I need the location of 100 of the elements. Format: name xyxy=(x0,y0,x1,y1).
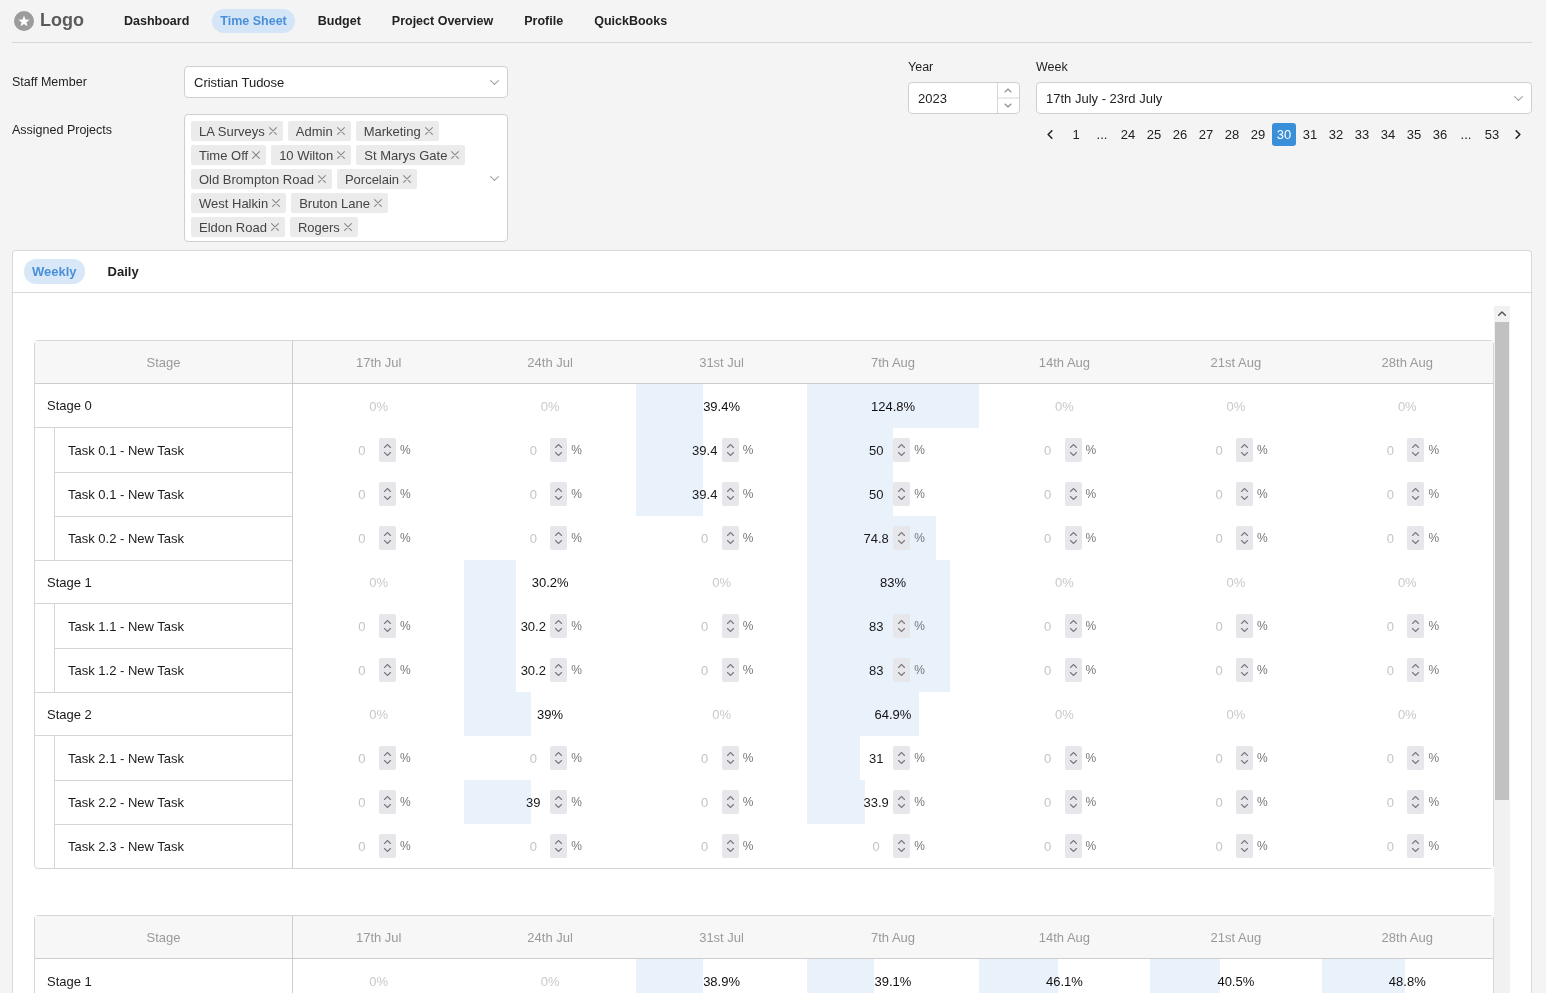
close-icon[interactable] xyxy=(373,199,382,207)
page-button[interactable]: 33 xyxy=(1350,123,1374,146)
stepper-icon[interactable] xyxy=(1064,614,1082,638)
percent-input[interactable]: 0 xyxy=(687,838,722,854)
project-tag[interactable]: Rogers xyxy=(289,217,358,237)
percent-input[interactable]: 0 xyxy=(1030,618,1065,634)
week-select[interactable]: 17th July - 23rd July xyxy=(1036,82,1532,114)
stepper-icon[interactable] xyxy=(378,482,396,506)
stepper-icon[interactable] xyxy=(1064,746,1082,770)
percent-input[interactable]: 0 xyxy=(1373,486,1408,502)
percent-input[interactable]: 0 xyxy=(1202,618,1236,634)
page-button[interactable]: 31 xyxy=(1298,123,1322,146)
percent-input[interactable]: 0 xyxy=(516,750,551,766)
percent-input[interactable]: 0 xyxy=(687,662,722,678)
page-button[interactable]: 26 xyxy=(1168,123,1192,146)
stepper-icon[interactable] xyxy=(378,790,396,814)
close-icon[interactable] xyxy=(343,223,352,231)
percent-input[interactable]: 0 xyxy=(1373,838,1408,854)
percent-input[interactable]: 50 xyxy=(859,442,894,458)
percent-input[interactable]: 33.9 xyxy=(859,794,894,810)
stepper-icon[interactable] xyxy=(893,658,911,682)
stepper-icon[interactable] xyxy=(1064,834,1082,858)
stepper-icon[interactable] xyxy=(550,526,568,550)
percent-input[interactable]: 0 xyxy=(1030,750,1065,766)
scroll-up-icon[interactable] xyxy=(1498,311,1506,316)
stepper-icon[interactable] xyxy=(1236,790,1253,814)
stepper-icon[interactable] xyxy=(550,834,568,858)
stepper-icon[interactable] xyxy=(1064,790,1082,814)
percent-input[interactable]: 0 xyxy=(344,794,379,810)
close-icon[interactable] xyxy=(451,151,460,159)
nav-tab[interactable]: Project Overview xyxy=(383,8,502,33)
stepper-icon[interactable] xyxy=(893,614,911,638)
percent-input[interactable]: 0 xyxy=(1202,838,1236,854)
close-icon[interactable] xyxy=(272,199,281,207)
page-button[interactable]: 34 xyxy=(1376,123,1400,146)
percent-input[interactable]: 0 xyxy=(687,530,722,546)
project-tag[interactable]: Time Off xyxy=(191,145,267,165)
view-tab[interactable]: Daily xyxy=(99,259,147,284)
stepper-icon[interactable] xyxy=(1236,658,1253,682)
stepper-icon[interactable] xyxy=(1407,834,1425,858)
percent-input[interactable]: 0 xyxy=(1030,530,1065,546)
project-tag[interactable]: St Marys Gate xyxy=(356,145,466,165)
page-button[interactable]: 27 xyxy=(1194,123,1218,146)
stepper-icon[interactable] xyxy=(893,438,911,462)
close-icon[interactable] xyxy=(317,175,326,183)
close-icon[interactable] xyxy=(403,175,412,183)
stepper-icon[interactable] xyxy=(893,746,911,770)
page-button[interactable]: ... xyxy=(1454,123,1478,146)
percent-input[interactable]: 0 xyxy=(1373,530,1408,546)
percent-input[interactable]: 0 xyxy=(344,486,379,502)
percent-input[interactable]: 0 xyxy=(1202,794,1236,810)
page-button[interactable]: 29 xyxy=(1246,123,1270,146)
close-icon[interactable] xyxy=(336,127,345,135)
stepper-icon[interactable] xyxy=(378,834,396,858)
stepper-icon[interactable] xyxy=(1236,438,1253,462)
percent-input[interactable]: 0 xyxy=(344,662,379,678)
percent-input[interactable]: 0 xyxy=(1373,750,1408,766)
stepper-icon[interactable] xyxy=(893,482,911,506)
percent-input[interactable]: 0 xyxy=(1202,530,1236,546)
stepper-icon[interactable] xyxy=(1407,482,1425,506)
stepper-icon[interactable] xyxy=(378,526,396,550)
percent-input[interactable]: 0 xyxy=(344,530,379,546)
percent-input[interactable]: 0 xyxy=(344,618,379,634)
stepper-icon[interactable] xyxy=(893,526,911,550)
stepper-icon[interactable] xyxy=(1064,658,1082,682)
stepper-icon[interactable] xyxy=(721,790,739,814)
project-tag[interactable]: Admin xyxy=(287,121,351,141)
stepper-icon[interactable] xyxy=(1064,438,1082,462)
stepper-icon[interactable] xyxy=(550,482,568,506)
nav-tab[interactable]: QuickBooks xyxy=(586,8,676,33)
percent-input[interactable]: 83 xyxy=(859,618,894,634)
percent-input[interactable]: 0 xyxy=(687,794,722,810)
stepper-icon[interactable] xyxy=(1236,526,1253,550)
close-icon[interactable] xyxy=(270,223,279,231)
percent-input[interactable]: 0 xyxy=(516,486,551,502)
percent-input[interactable]: 0 xyxy=(1373,442,1408,458)
percent-input[interactable]: 0 xyxy=(1030,662,1065,678)
project-tag[interactable]: Porcelain xyxy=(336,169,418,189)
stepper-icon[interactable] xyxy=(721,746,739,770)
stepper-icon[interactable] xyxy=(721,834,739,858)
percent-input[interactable]: 0 xyxy=(687,618,722,634)
page-button[interactable]: ... xyxy=(1090,123,1114,146)
stepper-icon[interactable] xyxy=(1236,834,1253,858)
percent-input[interactable]: 0 xyxy=(344,442,379,458)
stepper-icon[interactable] xyxy=(378,746,396,770)
stepper-icon[interactable] xyxy=(550,658,568,682)
scrollbar-thumb[interactable] xyxy=(1495,322,1509,800)
stepper-icon[interactable] xyxy=(550,746,568,770)
stepper-icon[interactable] xyxy=(1407,526,1425,550)
stepper-icon[interactable] xyxy=(721,526,739,550)
percent-input[interactable]: 30.2 xyxy=(516,618,551,634)
nav-tab[interactable]: Budget xyxy=(309,8,369,33)
stepper-icon[interactable] xyxy=(378,438,396,462)
percent-input[interactable]: 39 xyxy=(516,794,551,810)
percent-input[interactable]: 0 xyxy=(1202,662,1236,678)
percent-input[interactable]: 0 xyxy=(1373,662,1408,678)
page-button[interactable]: 24 xyxy=(1116,123,1140,146)
stepper-icon[interactable] xyxy=(1407,790,1425,814)
percent-input[interactable]: 31 xyxy=(859,750,894,766)
stepper-icon[interactable] xyxy=(1236,614,1253,638)
